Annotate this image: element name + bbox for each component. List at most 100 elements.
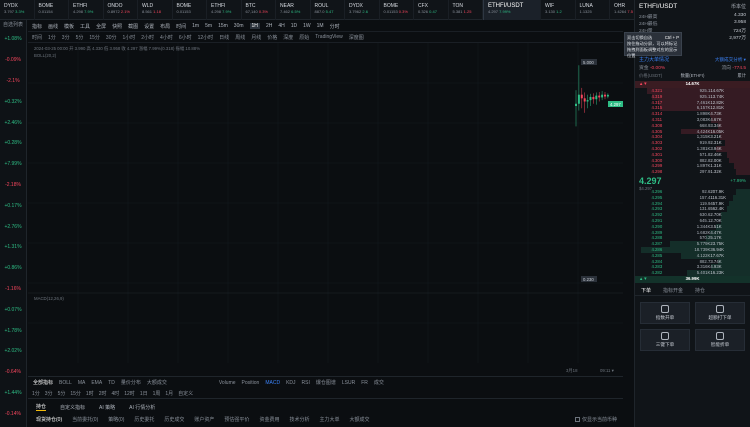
- interval-item[interactable]: 2小时: [141, 34, 154, 41]
- interval-item[interactable]: 5分: [76, 34, 84, 41]
- bottom-subtab[interactable]: 大额成交: [349, 416, 369, 423]
- watchlist-item[interactable]: -2.18%: [0, 175, 26, 196]
- interval-item[interactable]: 月线: [251, 34, 261, 41]
- ticker-item[interactable]: LUNA 1.1325: [576, 0, 610, 20]
- bottom-subtab[interactable]: 历史委托: [134, 416, 154, 423]
- toolbar-item[interactable]: 截图: [128, 23, 138, 30]
- timeframe-item[interactable]: 1分: [32, 390, 40, 397]
- interval-item[interactable]: 周线: [235, 34, 245, 41]
- indicator-item[interactable]: 量价分布: [121, 379, 141, 386]
- ticker-item[interactable]: WIF 3.130 1.2: [541, 0, 576, 20]
- indicator-item[interactable]: KDJ: [286, 380, 295, 386]
- indicator-item[interactable]: BOLL: [59, 380, 72, 386]
- interval-item[interactable]: 1分: [48, 34, 56, 41]
- toolbar-item[interactable]: 1D: [291, 23, 297, 29]
- watchlist-item[interactable]: +1.78%: [0, 320, 26, 341]
- order-tab[interactable]: 持仓: [695, 287, 705, 295]
- interval-item[interactable]: 30分: [106, 34, 117, 41]
- current-symbol-checkbox[interactable]: 仅显示当前币种: [574, 416, 617, 423]
- order-tab[interactable]: 指标开金: [663, 287, 683, 295]
- interval-item[interactable]: 12小时: [198, 34, 214, 41]
- watchlist-item[interactable]: +0.07%: [0, 299, 26, 320]
- ticker-item[interactable]: BOME 0.01153: [173, 0, 207, 20]
- toolbar-item[interactable]: 全屏: [96, 23, 106, 30]
- timeframe-item[interactable]: 1日: [140, 390, 148, 397]
- order-type-card[interactable]: 指数开单: [640, 301, 690, 324]
- watchlist-item[interactable]: -0.09%: [0, 50, 26, 71]
- order-type-card[interactable]: 超额打下单: [695, 301, 745, 324]
- ask-row[interactable]: 4.298 297.9 1.32K: [635, 169, 750, 175]
- interval-item[interactable]: 深度图: [349, 34, 364, 41]
- ticker-item[interactable]: NEAR 7.462 6.5%: [276, 0, 311, 20]
- watchlist-item[interactable]: +0.28%: [0, 133, 26, 154]
- bottom-tab[interactable]: AI 行情分析: [129, 404, 155, 411]
- interval-item[interactable]: 原始: [299, 34, 309, 41]
- ticker-item[interactable]: WLD 8.561 1.18: [138, 0, 173, 20]
- timeframe-item[interactable]: 1时: [86, 390, 94, 397]
- indicator-item[interactable]: Volume: [219, 380, 236, 386]
- toolbar-item[interactable]: 指标: [32, 23, 42, 30]
- toolbar-item[interactable]: 5m: [205, 23, 212, 29]
- pair-badge[interactable]: 币本位: [731, 3, 746, 13]
- toolbar-item[interactable]: 1M: [317, 23, 324, 29]
- timeframe-item[interactable]: 4时: [111, 390, 119, 397]
- bottom-subtab[interactable]: 策略(0): [108, 416, 124, 423]
- interval-item[interactable]: 4小时: [160, 34, 173, 41]
- watchlist-item[interactable]: -0.14%: [0, 403, 26, 424]
- interval-item[interactable]: 15分: [89, 34, 100, 41]
- watchlist-item[interactable]: +2.02%: [0, 341, 26, 362]
- watchlist-item[interactable]: +1.08%: [0, 29, 26, 50]
- indicator-item[interactable]: EMA: [91, 380, 102, 386]
- bottom-subtab[interactable]: 现货持仓(0): [36, 416, 62, 423]
- interval-item[interactable]: 价格: [267, 34, 277, 41]
- bottom-subtab[interactable]: 历史成交: [164, 416, 184, 423]
- order-tab[interactable]: 下单: [641, 287, 651, 295]
- watchlist-item[interactable]: +0.32%: [0, 91, 26, 112]
- indicator-item[interactable]: MA: [78, 380, 86, 386]
- order-type-card[interactable]: 智能折单: [695, 328, 745, 351]
- ticker-item[interactable]: BOME 0.01153 0.3%: [380, 0, 414, 20]
- bottom-subtab[interactable]: 当前委托(0): [72, 416, 98, 423]
- watchlist-item[interactable]: +1.44%: [0, 383, 26, 404]
- order-type-card[interactable]: 三键下单: [640, 328, 690, 351]
- ticker-item[interactable]: ONDO 0.8972 2.1%: [104, 0, 138, 20]
- timeframe-item[interactable]: 15分: [70, 390, 81, 397]
- indicator-item[interactable]: TD: [108, 380, 115, 386]
- watchlist-item[interactable]: +1.31%: [0, 237, 26, 258]
- watchlist-item[interactable]: +7.99%: [0, 154, 26, 175]
- interval-item[interactable]: 时间: [32, 34, 42, 41]
- toolbar-item[interactable]: 30m: [234, 23, 244, 29]
- toolbar-item[interactable]: 设置: [144, 23, 154, 30]
- ticker-item[interactable]: DYDX 3.7962 2.6: [345, 0, 380, 20]
- interval-item[interactable]: TradingView: [315, 34, 343, 40]
- ticker-item[interactable]: ETHFI/USDT 4.297 7.99%: [483, 0, 541, 20]
- bottom-subtab[interactable]: 技术分析: [289, 416, 309, 423]
- pair-title[interactable]: ETHFI/USDT: [639, 3, 677, 13]
- bottom-subtab[interactable]: 资金费用: [259, 416, 279, 423]
- timeframe-item[interactable]: 2时: [99, 390, 107, 397]
- checkbox-icon[interactable]: [574, 416, 580, 422]
- bottom-tab[interactable]: 持仓: [36, 403, 47, 411]
- timeframe-item[interactable]: 3分: [45, 390, 53, 397]
- toolbar-item[interactable]: 快照: [112, 23, 122, 30]
- timeframe-item[interactable]: 自定义: [178, 390, 193, 397]
- bottom-tab[interactable]: 自定义指标: [60, 404, 85, 411]
- interval-item[interactable]: 3分: [62, 34, 70, 41]
- indicator-item[interactable]: RSI: [302, 380, 310, 386]
- bottom-subtab[interactable]: 主力大单: [319, 416, 339, 423]
- interval-item[interactable]: 日线: [219, 34, 229, 41]
- toolbar-item[interactable]: 4H: [278, 23, 284, 29]
- toolbar-item[interactable]: 画线: [48, 23, 58, 30]
- watchlist-item[interactable]: -2.1%: [0, 71, 26, 92]
- ticker-item[interactable]: BOME 0.01154: [35, 0, 69, 20]
- toolbar-item[interactable]: 分时: [330, 23, 340, 30]
- timeframe-item[interactable]: 1周: [153, 390, 161, 397]
- toolbar-item[interactable]: 1W: [303, 23, 311, 29]
- watchlist-item[interactable]: +2.76%: [0, 216, 26, 237]
- toolbar-item[interactable]: 工具: [80, 23, 90, 30]
- ticker-item[interactable]: CFX 0.326 0.47: [414, 0, 449, 20]
- toolbar-item[interactable]: 时间: [176, 23, 186, 30]
- bottom-subtab[interactable]: 预估强平价: [224, 416, 249, 423]
- indicator-item[interactable]: 全部指标: [33, 379, 53, 386]
- ticker-item[interactable]: ETHFI 4.298 7.9%: [69, 0, 104, 20]
